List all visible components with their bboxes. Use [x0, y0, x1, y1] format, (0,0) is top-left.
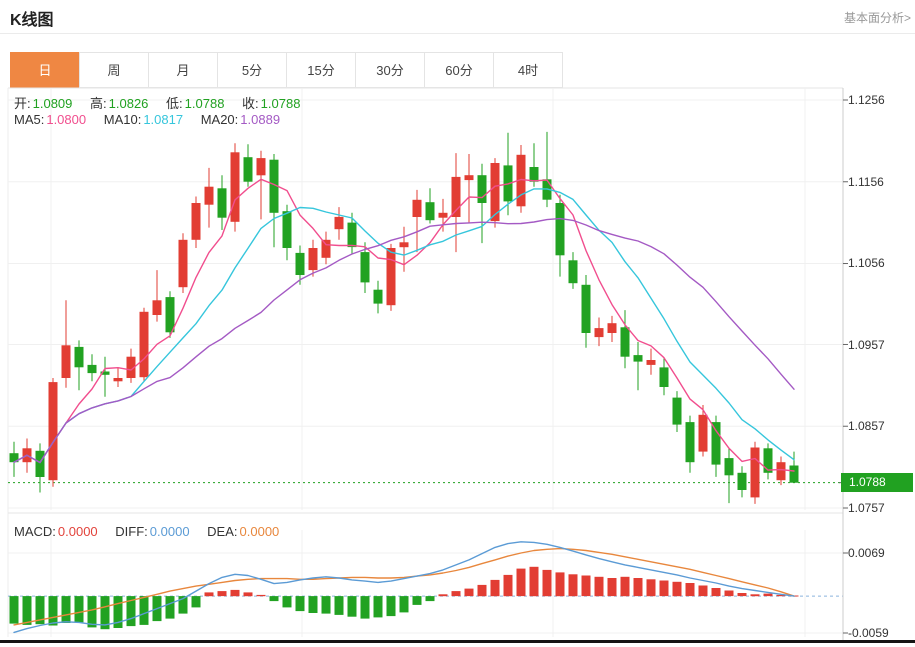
dea-label: DEA: — [207, 524, 237, 539]
price-axis-label: 1.1056 — [848, 256, 885, 270]
low-label: 低: — [166, 96, 183, 111]
ma20-value: 1.0889 — [240, 112, 280, 127]
open-label: 开: — [14, 96, 31, 111]
high-value: 1.0826 — [109, 96, 149, 111]
candlestick-series — [10, 132, 799, 504]
price-axis-label: 1.1256 — [848, 93, 885, 107]
diff-label: DIFF: — [115, 524, 148, 539]
macd-axis-label: 0.0069 — [848, 546, 885, 560]
ma5-label: MA5: — [14, 112, 44, 127]
close-value: 1.0788 — [261, 96, 301, 111]
macd-legend: MACD:0.0000 DIFF:0.0000 DEA:0.0000 — [14, 524, 293, 539]
price-axis-label: 1.0757 — [848, 501, 885, 515]
ma10-value: 1.0817 — [143, 112, 183, 127]
low-value: 1.0788 — [185, 96, 225, 111]
high-label: 高: — [90, 96, 107, 111]
open-value: 1.0809 — [33, 96, 73, 111]
kline-page: K线图 基本面分析> 日 周 月 5分 15分 30分 60分 4时 开:1.0… — [0, 0, 915, 647]
diff-value: 0.0000 — [150, 524, 190, 539]
current-price-badge: 1.0788 — [841, 473, 913, 492]
ma5-value: 1.0800 — [46, 112, 86, 127]
price-axis-label: 1.0957 — [848, 338, 885, 352]
ma10-label: MA10: — [104, 112, 142, 127]
price-axis-label: 1.1156 — [848, 175, 884, 189]
ma20-label: MA20: — [201, 112, 239, 127]
price-axis-label: 1.0857 — [848, 419, 885, 433]
macd-label: MACD: — [14, 524, 56, 539]
ohlc-legend: 开:1.0809 高:1.0826 低:1.0788 收:1.0788 — [14, 93, 314, 112]
macd-value: 0.0000 — [58, 524, 98, 539]
macd-axis-label: -0.0059 — [848, 626, 889, 640]
ma-legend: MA5:1.0800 MA10:1.0817 MA20:1.0889 — [14, 112, 294, 127]
dea-value: 0.0000 — [240, 524, 280, 539]
bottom-border-bar — [0, 640, 915, 643]
close-label: 收: — [242, 96, 259, 111]
